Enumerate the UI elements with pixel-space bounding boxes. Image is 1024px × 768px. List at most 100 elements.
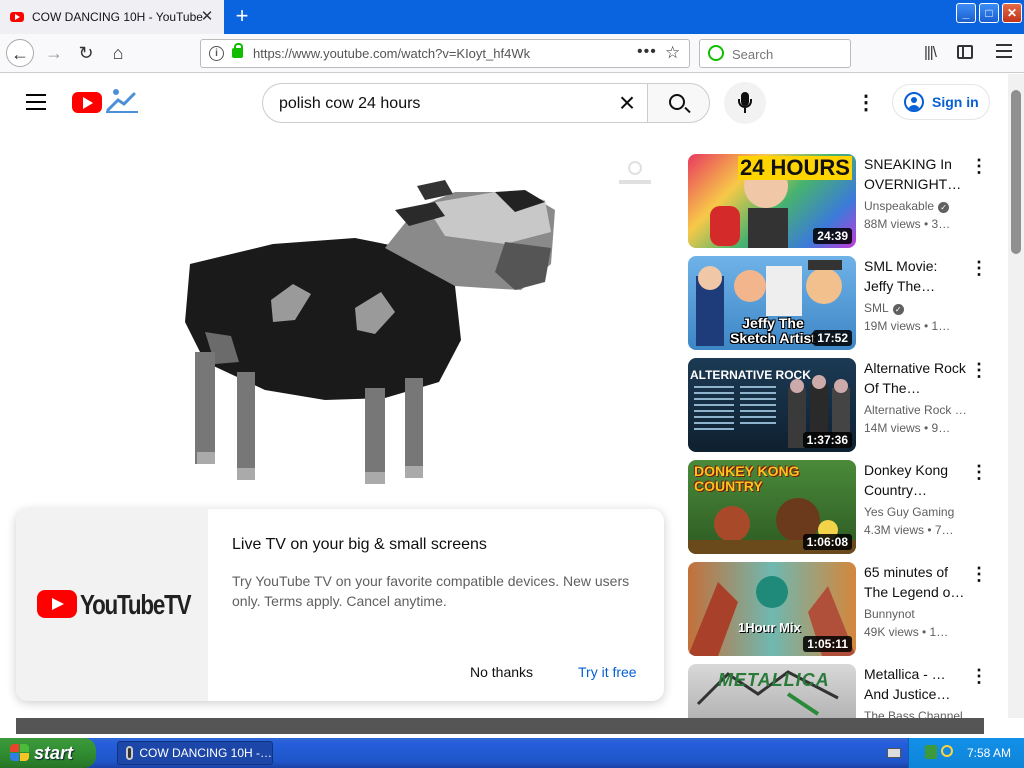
page-actions-icon[interactable]: ••• xyxy=(637,43,657,61)
page-scrollbar[interactable] xyxy=(1008,74,1024,718)
horizontal-scrollbar[interactable] xyxy=(16,718,984,734)
more-vert-icon[interactable]: ⋮ xyxy=(970,361,988,379)
guide-menu-icon[interactable] xyxy=(26,94,46,110)
channel-name[interactable]: SML ✓ xyxy=(864,301,968,315)
video-title[interactable]: Metallica - …And Justice… xyxy=(864,664,968,704)
start-button[interactable]: start xyxy=(0,738,96,768)
recommendation-item[interactable]: METALLICA Metallica - …And Justice… The … xyxy=(688,664,998,718)
promo-logo-panel: YouTubeTV xyxy=(16,509,208,701)
video-title[interactable]: Alternative Rock Of The… xyxy=(864,358,968,398)
youtube-tv-logo-text: YouTubeTV xyxy=(80,589,192,620)
video-meta: 88M views • 3… xyxy=(864,217,951,231)
search-query[interactable]: polish cow 24 hours xyxy=(279,95,420,113)
more-vert-icon[interactable]: ⋮ xyxy=(970,667,988,685)
thumbnail-text: 1Hour Mix xyxy=(738,620,801,635)
browser-search-field[interactable]: Search xyxy=(699,39,851,68)
network-icon[interactable] xyxy=(925,745,937,759)
youtube-doodle-icon[interactable] xyxy=(104,86,140,114)
close-tab-icon[interactable]: ✕ xyxy=(198,8,216,26)
voice-search-button[interactable] xyxy=(724,82,766,124)
reload-icon[interactable]: ↻ xyxy=(72,39,100,67)
channel-name-text[interactable]: SML xyxy=(864,301,889,315)
new-tab-button[interactable]: + xyxy=(230,4,254,28)
verified-icon: ✓ xyxy=(938,202,950,213)
more-vert-icon[interactable]: ⋮ xyxy=(970,463,988,481)
close-window-button[interactable]: ✕ xyxy=(1002,3,1022,23)
recommendation-item[interactable]: ALTERNATIVE ROCK 1:37:36 Alternative Roc… xyxy=(688,358,998,452)
thumbnail-text: 24 HOURS xyxy=(737,155,852,180)
search-input[interactable]: polish cow 24 hours × xyxy=(262,83,648,123)
sidebar-icon[interactable] xyxy=(957,45,973,59)
video-title[interactable]: Donkey Kong Country… xyxy=(864,460,968,500)
more-vert-icon[interactable]: ⋮ xyxy=(970,157,988,175)
taskbar-window-button[interactable]: COW DANCING 10H -… xyxy=(117,741,273,765)
video-duration: 17:52 xyxy=(813,330,852,346)
channel-name[interactable]: Bunnynot xyxy=(864,607,968,621)
channel-name[interactable]: Yes Guy Gaming xyxy=(864,505,968,519)
video-duration: 1:37:36 xyxy=(802,432,852,448)
address-bar[interactable]: i https://www.youtube.com/watch?v=KIoyt_… xyxy=(200,39,690,68)
minimize-window-button[interactable]: _ xyxy=(956,3,976,23)
info-icon[interactable]: i xyxy=(209,46,224,61)
video-thumbnail[interactable]: DONKEY KONG COUNTRY 1:06:08 xyxy=(688,460,856,554)
recommendation-item[interactable]: 1Hour Mix 1:05:11 65 minutes of The Lege… xyxy=(688,562,998,656)
mic-icon-stand xyxy=(738,99,752,108)
channel-name[interactable]: The Bass Channel xyxy=(864,709,968,718)
video-title[interactable]: SNEAKING In OVERNIGHT… xyxy=(864,154,968,194)
sign-in-button[interactable]: Sign in xyxy=(892,84,990,120)
channel-name[interactable]: Alternative Rock … xyxy=(864,403,968,417)
promo-title: Live TV on your big & small screens xyxy=(232,536,487,553)
video-title[interactable]: 65 minutes of The Legend o… xyxy=(864,562,968,602)
more-vert-icon[interactable]: ⋮ xyxy=(970,259,988,277)
watermark-logo xyxy=(619,161,651,184)
browser-titlebar: COW DANCING 10H - YouTube ✕ + _ □ ✕ xyxy=(0,0,1024,34)
more-vert-icon[interactable]: ⋮ xyxy=(970,565,988,583)
library-icon[interactable]: |||\ xyxy=(924,44,937,61)
search-tray-icon[interactable] xyxy=(941,745,953,757)
video-thumbnail[interactable]: METALLICA xyxy=(688,664,856,718)
url-text[interactable]: https://www.youtube.com/watch?v=KIoyt_hf… xyxy=(253,46,530,61)
video-meta: 14M views • 9… xyxy=(864,421,951,435)
clock-icon[interactable]: 7:58 AM xyxy=(967,746,1011,760)
recommendation-item[interactable]: 24 HOURS 24:39 SNEAKING In OVERNIGHT… Un… xyxy=(688,154,998,248)
youtube-favicon-icon xyxy=(10,12,24,22)
youtube-header: polish cow 24 hours × ⋮ Sign in xyxy=(0,74,1008,130)
keyboard-icon[interactable] xyxy=(887,748,901,758)
back-arrow-icon[interactable]: ← xyxy=(6,39,34,67)
video-title[interactable]: SML Movie: Jeffy The… xyxy=(864,256,968,296)
system-tray: 7:58 AM xyxy=(887,738,1024,768)
video-thumbnail[interactable]: 1Hour Mix 1:05:11 xyxy=(688,562,856,656)
more-vert-icon[interactable]: ⋮ xyxy=(856,92,876,114)
recommendation-item[interactable]: Jeffy The Sketch Artist 17:52 SML Movie:… xyxy=(688,256,998,350)
search-button[interactable] xyxy=(647,83,710,123)
youtube-logo[interactable] xyxy=(72,92,102,113)
no-thanks-button[interactable]: No thanks xyxy=(470,664,533,680)
video-meta: 49K views • 1… xyxy=(864,625,949,639)
thumbnail-text: DONKEY KONG COUNTRY xyxy=(694,463,800,494)
maximize-window-button[interactable]: □ xyxy=(979,3,999,23)
channel-name-text[interactable]: Unspeakable xyxy=(864,199,934,213)
browser-tab[interactable]: COW DANCING 10H - YouTube ✕ xyxy=(0,0,224,34)
thumbnail-text: ALTERNATIVE ROCK xyxy=(690,368,811,382)
clear-icon[interactable]: × xyxy=(612,88,642,118)
mic-icon-base xyxy=(744,108,746,113)
video-thumbnail[interactable]: 24 HOURS 24:39 xyxy=(688,154,856,248)
bookmark-star-icon[interactable]: ☆ xyxy=(665,43,680,63)
scrollbar-thumb[interactable] xyxy=(1011,90,1021,254)
browser-navbar: ← → ↻ ⌂ i https://www.youtube.com/watch?… xyxy=(0,34,1024,73)
video-thumbnail[interactable]: Jeffy The Sketch Artist 17:52 xyxy=(688,256,856,350)
video-duration: 1:05:11 xyxy=(803,636,852,652)
video-thumbnail[interactable]: ALTERNATIVE ROCK 1:37:36 xyxy=(688,358,856,452)
lock-icon xyxy=(232,43,243,58)
video-duration: 24:39 xyxy=(813,228,852,244)
forward-arrow-icon[interactable]: → xyxy=(40,39,68,67)
video-player[interactable] xyxy=(25,152,665,512)
hamburger-icon[interactable] xyxy=(996,44,1012,60)
recommendation-item[interactable]: DONKEY KONG COUNTRY 1:06:08 Donkey Kong … xyxy=(688,460,998,554)
channel-name[interactable]: Unspeakable ✓ xyxy=(864,199,968,213)
search-engine-icon xyxy=(708,45,724,61)
home-icon[interactable]: ⌂ xyxy=(104,39,132,67)
start-label: start xyxy=(34,742,74,763)
video-frame xyxy=(185,180,555,484)
try-it-free-button[interactable]: Try it free xyxy=(578,664,637,680)
